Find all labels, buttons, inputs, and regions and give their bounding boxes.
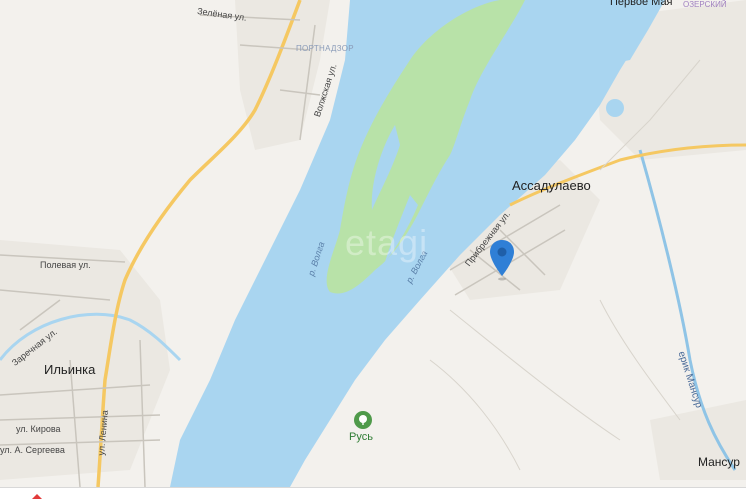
top-right-brand-label: ОЗЕРСКИЙ xyxy=(683,0,727,9)
poi-label-rus[interactable]: Русь xyxy=(349,431,373,443)
street-label-kirova: ул. Кирова xyxy=(16,424,61,434)
map-canvas[interactable]: ОЗЕРСКИЙ Первое Мая ПОРТНАДЗОР Зелёная у… xyxy=(0,0,746,499)
map-bottom-bar xyxy=(0,487,746,499)
town-label-assadulaevo: Ассадулаево xyxy=(512,178,591,193)
map-logo-icon[interactable] xyxy=(28,489,46,499)
street-label-polevaya: Полевая ул. xyxy=(40,260,91,270)
poi-park-icon[interactable] xyxy=(354,411,372,429)
street-label-sergeeva: ул. А. Сергеева xyxy=(0,445,65,455)
watermark-text: etagi xyxy=(345,222,429,263)
town-label-ilinka: Ильинка xyxy=(44,362,96,377)
town-label-mansur: Мансур xyxy=(698,455,740,469)
map-pin-icon[interactable] xyxy=(488,238,516,282)
small-lake xyxy=(606,99,624,117)
tree-icon xyxy=(359,415,367,425)
district-label-portnadzor: ПОРТНАДЗОР xyxy=(296,44,354,53)
town-label-pervoe-maya: Первое Мая xyxy=(610,0,673,8)
